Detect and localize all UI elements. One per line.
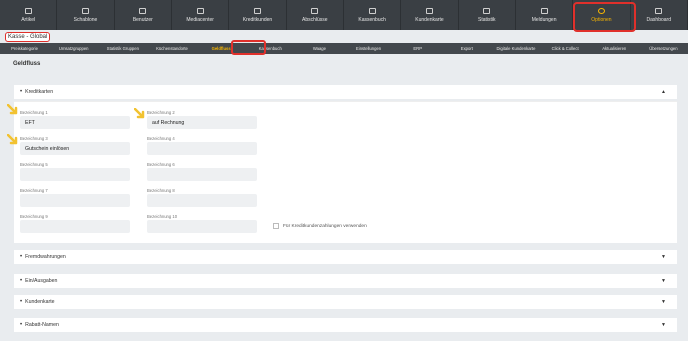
tab-einstellungen[interactable]: Einstellungen bbox=[344, 43, 393, 54]
kreditkunden-checkbox[interactable] bbox=[273, 223, 279, 229]
users-icon bbox=[139, 7, 147, 14]
bezeichnung-7-input[interactable] bbox=[20, 194, 130, 207]
tab-aktualisieren[interactable]: Aktualisieren bbox=[590, 43, 639, 54]
bullet-icon: • bbox=[20, 322, 23, 328]
tab-erp[interactable]: ERP bbox=[393, 43, 442, 54]
bezeichnung-5-input[interactable] bbox=[20, 168, 130, 181]
breadcrumb: Kasse - Global bbox=[5, 32, 51, 42]
book-icon bbox=[368, 7, 376, 14]
mail-icon bbox=[540, 7, 548, 14]
field-bezeichnung-1: Bezeichnung 1 EFT bbox=[20, 110, 130, 129]
page-title: Geldfluss bbox=[13, 61, 41, 67]
caret-down-icon: ▼ bbox=[661, 299, 666, 305]
field-bezeichnung-4: Bezeichnung 4 bbox=[147, 136, 257, 155]
annotation-arrow-icon bbox=[134, 108, 145, 119]
monitor-icon bbox=[196, 7, 204, 14]
field-bezeichnung-3: Bezeichnung 3 Gutschein einlösen bbox=[20, 136, 130, 155]
bezeichnung-6-input[interactable] bbox=[147, 168, 257, 181]
nav-kundenkarte[interactable]: Kundenkarte bbox=[401, 0, 459, 30]
tab-digitale-kundenkarte[interactable]: Digitale Kundenkarte bbox=[491, 43, 540, 54]
receipt-icon bbox=[311, 7, 319, 14]
nav-mediacenter[interactable]: Mediacenter bbox=[172, 0, 230, 30]
card-icon bbox=[253, 7, 261, 14]
nav-optionen[interactable]: Optionen bbox=[573, 0, 631, 30]
annotation-arrow-icon bbox=[7, 104, 18, 115]
bezeichnung-9-input[interactable] bbox=[20, 220, 130, 233]
tab-export[interactable]: Export bbox=[442, 43, 491, 54]
field-bezeichnung-9: Bezeichnung 9 bbox=[20, 214, 130, 233]
hanger-icon bbox=[24, 7, 32, 14]
caret-down-icon: ▼ bbox=[661, 322, 666, 328]
nav-artikel[interactable]: Artikel bbox=[0, 0, 58, 30]
nav-kassenbuch[interactable]: Kassenbuch bbox=[344, 0, 402, 30]
section-header-kreditkarten[interactable]: • Kreditkarten ▲ bbox=[14, 85, 677, 99]
bullet-icon: • bbox=[20, 89, 23, 95]
annotation-arrow-icon bbox=[7, 134, 18, 145]
kreditkarten-panel: Bezeichnung 1 EFT Bezeichnung 2 auf Rech… bbox=[14, 101, 677, 243]
gear-icon bbox=[597, 7, 605, 14]
nav-statistik[interactable]: Statistik bbox=[459, 0, 516, 30]
caret-down-icon: ▼ bbox=[661, 278, 666, 284]
tab-geldfluss[interactable]: Geldfluss bbox=[197, 43, 246, 54]
section-header-rabatt-namen[interactable]: • Rabatt-Namen ▼ bbox=[14, 318, 677, 332]
tab-kassenbuch[interactable]: Kassenbuch bbox=[246, 43, 295, 54]
kreditkunden-checkbox-row: Für Kreditkundenzahlungen verwenden bbox=[273, 223, 367, 229]
dashboard-icon bbox=[655, 7, 663, 14]
tab-umsatzgruppen[interactable]: Umsatzgruppen bbox=[49, 43, 98, 54]
bezeichnung-2-input[interactable]: auf Rechnung bbox=[147, 116, 257, 129]
bezeichnung-3-input[interactable]: Gutschein einlösen bbox=[20, 142, 130, 155]
bullet-icon: • bbox=[20, 299, 23, 305]
tab-click-collect[interactable]: Click & Collect bbox=[541, 43, 590, 54]
field-bezeichnung-8: Bezeichnung 8 bbox=[147, 188, 257, 207]
nav-meldungen[interactable]: Meldungen bbox=[516, 0, 574, 30]
nav-kreditkunden[interactable]: Kreditkunden bbox=[229, 0, 287, 30]
bezeichnung-1-input[interactable]: EFT bbox=[20, 116, 130, 129]
field-bezeichnung-6: Bezeichnung 6 bbox=[147, 162, 257, 181]
nav-dashboard[interactable]: Dashboard bbox=[631, 0, 688, 30]
document-icon bbox=[81, 7, 89, 14]
customer-card-icon bbox=[425, 7, 433, 14]
bezeichnung-8-input[interactable] bbox=[147, 194, 257, 207]
tab-statistik-gruppen[interactable]: Statistik Gruppen bbox=[98, 43, 147, 54]
field-bezeichnung-2: Bezeichnung 2 auf Rechnung bbox=[147, 110, 257, 129]
bezeichnung-10-input[interactable] bbox=[147, 220, 257, 233]
tab-uebersetzungen[interactable]: Übersetzungen bbox=[639, 43, 688, 54]
chart-icon bbox=[483, 7, 491, 14]
sub-navigation: Preiskategorie Umsatzgruppen Statistik G… bbox=[0, 43, 688, 54]
bullet-icon: • bbox=[20, 254, 23, 260]
top-navigation: Artikel Schablone Benutzer Mediacenter K… bbox=[0, 0, 688, 30]
caret-up-icon: ▲ bbox=[661, 89, 666, 95]
bezeichnung-4-input[interactable] bbox=[147, 142, 257, 155]
nav-benutzer[interactable]: Benutzer bbox=[115, 0, 172, 30]
bullet-icon: • bbox=[20, 278, 23, 284]
section-title: Kreditkarten bbox=[25, 89, 54, 95]
tab-preiskategorie[interactable]: Preiskategorie bbox=[0, 43, 49, 54]
nav-schablone[interactable]: Schablone bbox=[57, 0, 115, 30]
section-header-fremdwahrungen[interactable]: • Fremdwahrungen ▼ bbox=[14, 250, 677, 264]
checkbox-label: Für Kreditkundenzahlungen verwenden bbox=[283, 223, 367, 229]
section-header-ein-ausgaben[interactable]: • Ein/Ausgaben ▼ bbox=[14, 274, 677, 288]
field-bezeichnung-7: Bezeichnung 7 bbox=[20, 188, 130, 207]
tab-kuechenstandorte[interactable]: Küchenstandorte bbox=[147, 43, 196, 54]
section-header-kundenkarte[interactable]: • Kundenkarte ▼ bbox=[14, 295, 677, 309]
field-bezeichnung-10: Bezeichnung 10 bbox=[147, 214, 257, 233]
caret-down-icon: ▼ bbox=[661, 254, 666, 260]
field-bezeichnung-5: Bezeichnung 5 bbox=[20, 162, 130, 181]
nav-abschluesse[interactable]: Abschlüsse bbox=[287, 0, 344, 30]
tab-waage[interactable]: Waage bbox=[295, 43, 344, 54]
